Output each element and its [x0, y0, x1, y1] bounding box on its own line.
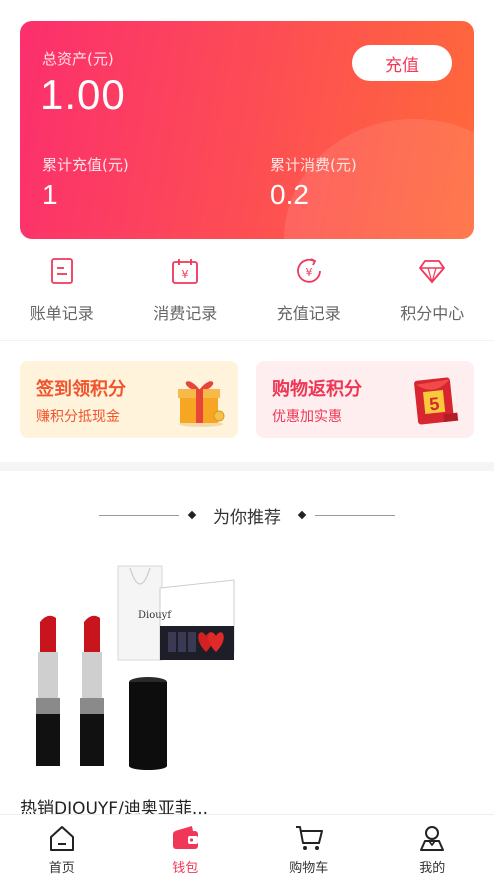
consumed-stat: 累计消费(元) 0.2: [270, 154, 357, 211]
svg-text:¥: ¥: [305, 266, 312, 279]
recharged-stat: 累计充值(元) 1: [42, 154, 129, 211]
product-image: Diouyf: [36, 565, 235, 770]
quick-link-recharge[interactable]: ¥ 充值记录: [247, 250, 371, 330]
red-envelope-icon: 5: [414, 377, 459, 425]
quick-links: 账单记录 ¥ 消费记录 ¥ 充值记录 积分中心: [0, 250, 494, 330]
wallet-icon: [173, 826, 199, 849]
shopping-subtitle: 优惠加实惠: [272, 409, 342, 425]
envelope-badge: 5: [428, 394, 440, 415]
gift-box-icon: [178, 381, 225, 427]
tab-profile[interactable]: 我的: [371, 815, 494, 880]
wallet-card: 总资产(元) 1.00 充值 累计充值(元) 1 累计消费(元) 0.2: [20, 21, 474, 239]
svg-text:¥: ¥: [182, 268, 189, 281]
calendar-yen-icon: ¥: [172, 259, 199, 284]
sign-in-title: 签到领积分: [36, 379, 126, 400]
header-line-right: [315, 514, 395, 516]
quick-link-label: 充值记录: [276, 304, 341, 323]
recommend-header: 为你推荐: [0, 500, 494, 530]
tab-label: 钱包: [172, 861, 199, 876]
product-brand-text: Diouyf: [138, 610, 172, 621]
home-icon: [49, 826, 74, 851]
diamond-icon: [419, 260, 446, 285]
quick-link-label: 账单记录: [29, 304, 94, 323]
quick-link-label: 消费记录: [153, 304, 218, 323]
divider: [0, 340, 494, 341]
product-card[interactable]: Diouyf 热销DIOUYF/迪奥亚菲...: [20, 560, 240, 820]
consumed-label: 累计消费(元): [270, 156, 357, 174]
header-diamond-left: [187, 510, 197, 520]
tab-label: 我的: [419, 861, 446, 876]
recharged-label: 累计充值(元): [42, 156, 129, 174]
quick-link-consumption[interactable]: ¥ 消费记录: [124, 250, 248, 330]
total-assets-label: 总资产(元): [42, 50, 114, 68]
tab-wallet[interactable]: 钱包: [124, 815, 248, 880]
header-diamond-right: [297, 510, 307, 520]
tab-cart[interactable]: 购物车: [247, 815, 371, 880]
consumed-value: 0.2: [270, 179, 309, 210]
recharged-value: 1: [42, 179, 58, 210]
quick-link-bill[interactable]: 账单记录: [0, 250, 124, 330]
tab-label: 首页: [48, 861, 75, 876]
total-assets-value: 1.00: [40, 71, 126, 118]
tab-label: 购物车: [289, 861, 329, 876]
shopping-title: 购物返积分: [272, 379, 362, 400]
user-icon: [420, 826, 445, 851]
recharge-button[interactable]: 充值: [352, 45, 452, 81]
sign-in-points-card[interactable]: 签到领积分 赚积分抵现金: [20, 361, 238, 438]
tab-home[interactable]: 首页: [0, 815, 124, 880]
bill-icon: [50, 258, 73, 284]
shopping-points-card[interactable]: 购物返积分 优惠加实惠 5: [256, 361, 474, 438]
quick-link-points[interactable]: 积分中心: [371, 250, 494, 330]
section-separator: [0, 462, 494, 471]
cart-icon: [295, 826, 323, 850]
recommend-title: 为你推荐: [213, 507, 281, 528]
bottom-tab-bar: 首页 钱包 购物车 我的: [0, 814, 494, 880]
header-line-left: [99, 514, 179, 516]
recharge-yen-icon: ¥: [296, 258, 321, 283]
sign-in-subtitle: 赚积分抵现金: [36, 409, 120, 425]
quick-link-label: 积分中心: [400, 304, 465, 323]
